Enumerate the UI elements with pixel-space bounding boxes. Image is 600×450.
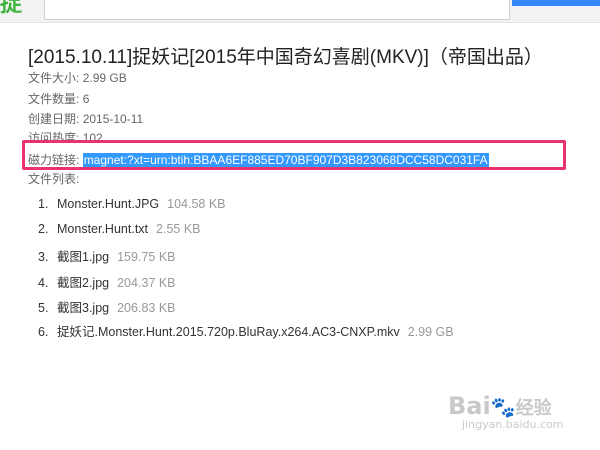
search-button[interactable] bbox=[512, 0, 600, 6]
file-size: 2.99 GB bbox=[407, 325, 454, 339]
file-index: 6. bbox=[38, 325, 49, 339]
file-name: 截图2.jpg bbox=[57, 276, 110, 290]
watermark-brand-right: 经验 bbox=[515, 398, 552, 419]
file-size: 104.58 KB bbox=[167, 197, 226, 211]
meta-created-date: 创建日期: 2015-10-11 bbox=[28, 110, 143, 127]
file-list-item: 4. 截图2.jpg 204.37 KB bbox=[38, 272, 176, 291]
file-index: 1. bbox=[38, 197, 49, 211]
file-list-item: 6. 捉妖记.Monster.Hunt.2015.720p.BluRay.x264… bbox=[38, 321, 454, 340]
meta-file-size: 文件大小: 2.99 GB bbox=[28, 69, 127, 86]
meta-label: 文件数量: bbox=[28, 92, 80, 106]
file-name: 截图3.jpg bbox=[57, 301, 110, 315]
file-list-item: 3. 截图1.jpg 159.75 KB bbox=[38, 246, 176, 265]
meta-value: 2.99 GB bbox=[82, 71, 127, 85]
meta-value: 2015-10-11 bbox=[82, 112, 144, 126]
file-list-item: 2. Monster.Hunt.txt 2.55 KB bbox=[38, 222, 201, 236]
file-size: 159.75 KB bbox=[117, 250, 176, 264]
top-bar: 捉 bbox=[0, 0, 600, 23]
file-list-item: 5. 截图3.jpg 206.83 KB bbox=[38, 297, 176, 316]
paw-icon: 🐾 bbox=[490, 395, 516, 419]
file-index: 2. bbox=[38, 222, 49, 236]
watermark-logo: Bai🐾经验 bbox=[448, 392, 598, 420]
file-size: 2.55 KB bbox=[156, 222, 201, 236]
file-size: 206.83 KB bbox=[117, 301, 176, 315]
file-list-label: 文件列表: bbox=[28, 172, 80, 186]
watermark-brand-left: Bai bbox=[448, 392, 491, 420]
magnet-highlight-box bbox=[22, 140, 566, 170]
file-index: 4. bbox=[38, 276, 49, 290]
site-logo[interactable]: 捉 bbox=[0, 0, 34, 20]
page-title: [2015.10.11]捉妖记[2015年中国奇幻喜剧(MKV)]（帝国出品） bbox=[28, 47, 543, 68]
meta-file-count: 文件数量: 6 bbox=[28, 90, 89, 107]
file-list-item: 1. Monster.Hunt.JPG 104.58 KB bbox=[38, 197, 226, 211]
baidu-jingyan-watermark: Bai🐾经验 jingyan.baidu.com bbox=[448, 392, 598, 442]
watermark-domain: jingyan.baidu.com bbox=[462, 418, 564, 431]
search-input[interactable] bbox=[44, 0, 510, 20]
file-index: 3. bbox=[38, 250, 49, 264]
meta-label: 文件大小: bbox=[28, 71, 80, 85]
meta-value: 6 bbox=[82, 92, 90, 106]
file-size: 204.37 KB bbox=[117, 276, 176, 290]
file-index: 5. bbox=[38, 301, 49, 315]
file-name: Monster.Hunt.JPG bbox=[57, 197, 160, 211]
file-name: 截图1.jpg bbox=[57, 250, 110, 264]
file-name: 捉妖记.Monster.Hunt.2015.720p.BluRay.x264.A… bbox=[57, 325, 400, 339]
meta-label: 创建日期: bbox=[28, 112, 80, 126]
file-name: Monster.Hunt.txt bbox=[57, 222, 149, 236]
